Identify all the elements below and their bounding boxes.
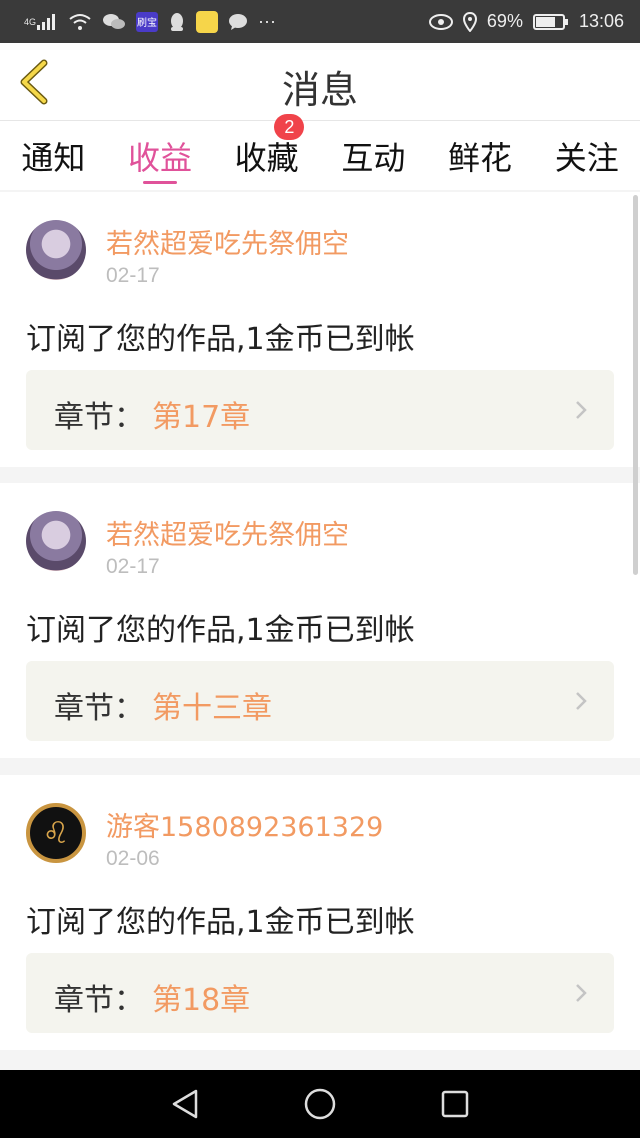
qq-icon [168, 12, 186, 32]
nav-home-button[interactable] [300, 1084, 340, 1124]
message-date: 02-17 [106, 555, 160, 578]
battery-icon [532, 13, 569, 31]
tab-earnings[interactable]: 收益 [107, 121, 214, 190]
list-item: ♌ 游客1580892361329 02-06 订阅了您的作品,1金币已到帐 章… [0, 775, 640, 1050]
message-text: 订阅了您的作品,1金币已到帐 [26, 322, 415, 357]
nav-recents-button[interactable] [435, 1084, 475, 1124]
list-item: 若然超爱吃先祭佣空 02-17 订阅了您的作品,1金币已到帐 章节： 第17章 [0, 192, 640, 467]
chapter-name: 第17章 [152, 400, 251, 435]
avatar[interactable] [26, 511, 86, 571]
signal-icon: 4G [24, 13, 58, 30]
tab-label: 鲜花 [448, 139, 513, 177]
chevron-right-icon [576, 984, 587, 1002]
system-nav-bar [0, 1070, 640, 1138]
message-text: 订阅了您的作品,1金币已到帐 [26, 613, 415, 648]
wifi-icon [68, 13, 92, 31]
tab-bar: 通知 收益 收藏 2 互动 鲜花 关注 [0, 114, 640, 190]
header: 消息 [0, 43, 640, 121]
tab-interactions[interactable]: 互动 [320, 121, 427, 190]
tab-label: 通知 [21, 139, 86, 177]
tab-label: 关注 [554, 139, 619, 177]
eye-icon [428, 13, 453, 30]
chevron-right-icon [576, 401, 587, 419]
location-icon [462, 11, 477, 32]
square-recents-icon [441, 1090, 469, 1118]
tab-favorites[interactable]: 收藏 2 [213, 114, 320, 190]
network-type: 4G [24, 16, 37, 27]
active-tab-indicator [143, 181, 177, 184]
tab-flowers[interactable]: 鲜花 [427, 121, 534, 190]
list-item: 若然超爱吃先祭佣空 02-17 订阅了您的作品,1金币已到帐 章节： 第十三章 [0, 483, 640, 758]
unread-count-badge: 2 [274, 114, 305, 140]
message-date: 02-17 [106, 264, 160, 287]
tab-notifications[interactable]: 通知 [0, 121, 107, 190]
message-text: 订阅了您的作品,1金币已到帐 [26, 905, 415, 940]
nav-back-button[interactable] [165, 1084, 205, 1124]
avatar[interactable]: ♌ [26, 803, 86, 863]
username[interactable]: 若然超爱吃先祭佣空 [106, 513, 349, 552]
tab-label: 收益 [128, 139, 193, 177]
message-date: 02-06 [106, 847, 160, 870]
status-bar: 4G 刷宝 ··· 69% 13:06 [0, 0, 640, 43]
avatar[interactable] [26, 220, 86, 280]
chapter-label: 章节： [54, 691, 144, 726]
username[interactable]: 若然超爱吃先祭佣空 [106, 222, 349, 261]
clock: 13:06 [578, 11, 624, 31]
tab-follows[interactable]: 关注 [533, 121, 640, 190]
chapter-link[interactable]: 章节： 第十三章 [26, 661, 614, 741]
username[interactable]: 游客1580892361329 [106, 805, 383, 844]
circle-home-icon [304, 1088, 336, 1120]
message-icon [228, 13, 248, 31]
emoji-app-icon [196, 10, 219, 33]
tab-label: 收藏 [234, 139, 299, 177]
battery-percent: 69% [486, 11, 523, 31]
wechat-icon [102, 12, 126, 32]
chapter-name: 第18章 [152, 983, 251, 1018]
leo-icon: ♌ [42, 815, 70, 851]
app-notification-icon: 刷宝 [136, 11, 159, 32]
tab-label: 互动 [341, 139, 406, 177]
chapter-link[interactable]: 章节： 第17章 [26, 370, 614, 450]
chapter-name: 第十三章 [152, 691, 272, 726]
chevron-right-icon [576, 692, 587, 710]
scrollbar[interactable] [633, 195, 638, 575]
chapter-link[interactable]: 章节： 第18章 [26, 953, 614, 1033]
triangle-back-icon [172, 1089, 198, 1119]
more-notifications: ··· [258, 11, 276, 31]
chapter-label: 章节： [54, 983, 144, 1018]
page-title: 消息 [281, 68, 358, 112]
chapter-label: 章节： [54, 400, 144, 435]
